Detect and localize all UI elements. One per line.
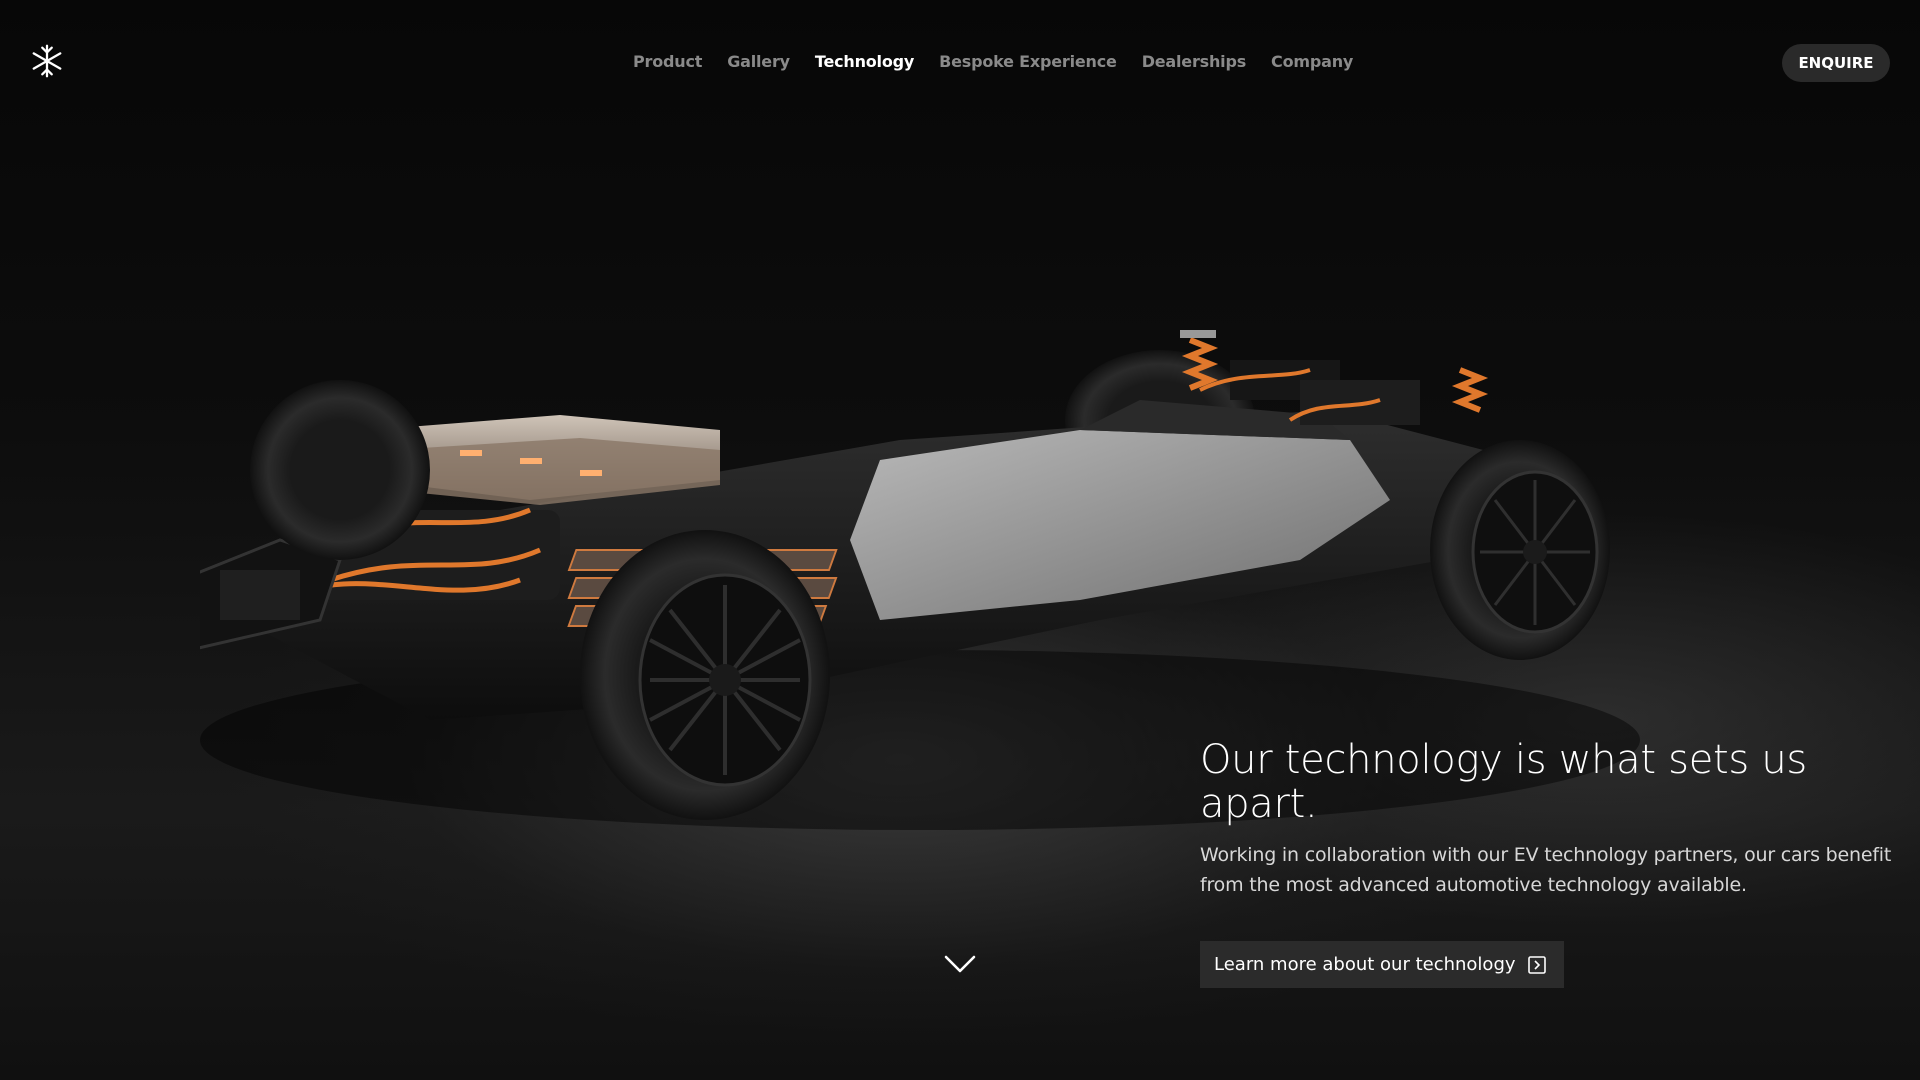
- nav-item-gallery[interactable]: Gallery: [727, 52, 790, 71]
- main-nav: Product Gallery Technology Bespoke Exper…: [633, 52, 1378, 71]
- nav-item-company[interactable]: Company: [1271, 52, 1353, 71]
- enquire-button[interactable]: ENQUIRE: [1782, 44, 1890, 82]
- nav-item-technology[interactable]: Technology: [815, 52, 914, 71]
- logo-icon[interactable]: [28, 42, 66, 80]
- external-link-box-icon: [1527, 955, 1546, 974]
- learn-more-technology-button[interactable]: Learn more about our technology: [1200, 941, 1564, 988]
- cta-label: Learn more about our technology: [1214, 954, 1516, 975]
- nav-item-product[interactable]: Product: [633, 52, 702, 71]
- nav-item-dealerships[interactable]: Dealerships: [1142, 52, 1247, 71]
- hero-subtext: Working in collaboration with our EV tec…: [1200, 844, 1892, 896]
- hero-headline: Our technology is what sets us apart.: [1200, 737, 1807, 827]
- chevron-down-icon[interactable]: [944, 954, 976, 974]
- nav-item-bespoke-experience[interactable]: Bespoke Experience: [939, 52, 1117, 71]
- technology-hero-page: Product Gallery Technology Bespoke Exper…: [0, 0, 1920, 1080]
